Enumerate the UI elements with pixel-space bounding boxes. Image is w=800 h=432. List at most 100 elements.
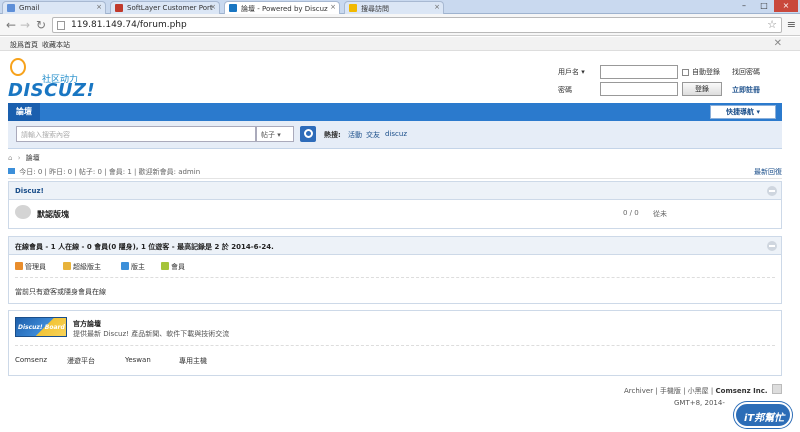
bookmark-star-icon[interactable]: ☆ [767,18,777,31]
category-header: Discuz! [9,182,781,200]
divider [15,277,775,278]
footer-nav-links[interactable]: Archiver | 手機版 | 小黑屋 | [624,387,716,395]
watermark-text: iT邦幫忙 [744,413,785,424]
discuz-favicon-icon [229,4,237,12]
search-bar: 請輸入搜索內容 帖子 ▾ 熱搜: 活動 交友 discuz [8,121,782,149]
site-topbar: 設爲首頁 收藏本站 ✕ [0,37,800,51]
online-header: 在線會員 - 1 人在線 - 0 會員(0 隱身), 1 位遊客 - 最高記錄是… [9,237,781,255]
forgot-password-link[interactable]: 找回密碼 [732,67,760,77]
back-icon[interactable]: ← [6,18,16,32]
forward-icon[interactable]: → [20,18,30,32]
login-button[interactable]: 登錄 [682,82,722,96]
super-moderator-role-icon [63,262,71,270]
hot-term-link[interactable]: discuz [385,130,407,138]
lightbulb-icon [10,58,26,76]
address-bar: ← → ↻ 119.81.149.74/forum.php ☆ ≡ [0,14,800,36]
home-icon[interactable]: ⌂ [8,154,12,162]
online-members-panel: 在線會員 - 1 人在線 - 0 會員(0 隱身), 1 位遊客 - 最高記錄是… [8,236,782,304]
legend-moderator: 版主 [121,262,145,272]
logo-wordmark: DISCUZ! [8,80,96,101]
collapse-icon[interactable] [767,241,777,251]
url-input[interactable]: 119.81.149.74/forum.php ☆ [52,17,782,33]
tab-forum[interactable]: 論壇 - Powered by Discuz × [224,1,340,15]
username-label: 用戶名 ▾ [558,68,585,76]
legend-member: 會員 [161,262,185,272]
footer-links: Archiver | 手機版 | 小黑屋 | Comsenz Inc. [624,386,768,396]
legend-super-mod: 超級版主 [63,262,101,272]
ithome-watermark: iT邦幫忙 [734,402,792,428]
friend-link[interactable]: 漫遊平台 [67,356,95,366]
reload-icon[interactable]: ↻ [36,18,46,32]
footer-brand[interactable]: Comsenz Inc. [716,387,768,395]
minimize-icon[interactable]: – [734,0,754,12]
softlayer-favicon-icon [115,4,123,12]
discuz-banner-image[interactable]: Discuz! Board [15,317,67,337]
auto-login-label: 自動登錄 [692,68,720,76]
scroll-top-icon[interactable] [772,384,782,394]
legend-admin: 管理員 [15,262,46,272]
quick-nav-button[interactable]: 快捷導航 ▾ [710,105,776,119]
discuz-logo[interactable]: 社区动力 DISCUZ! [8,58,108,101]
latest-replies-link[interactable]: 最新回復 [754,167,782,177]
official-forum-desc: 提供最新 Discuz! 產品新聞、軟件下載與技術交流 [73,330,230,338]
search-icon[interactable] [300,126,316,142]
admin-role-icon [15,262,23,270]
browser-menu-icon[interactable]: ≡ [787,18,796,31]
main-nav: 論壇 快捷導航 ▾ [8,103,782,121]
browser-tab-strip: Gmail × SoftLayer Customer Port × 論壇 - P… [0,0,800,15]
username-input[interactable] [600,65,678,79]
close-window-icon[interactable]: × [774,0,798,12]
nav-item-forum[interactable]: 論壇 [8,103,40,121]
friend-link[interactable]: Yeswan [125,356,151,364]
collapse-icon[interactable] [767,186,777,196]
close-tab-icon[interactable]: × [210,3,216,11]
online-title: 在線會員 - 1 人在線 - 0 會員(0 隱身), 1 位遊客 - 最高記錄是… [15,243,274,251]
close-topbar-icon[interactable]: ✕ [774,38,782,49]
close-tab-icon[interactable]: × [330,3,336,11]
password-label: 密碼 [558,86,572,94]
online-note: 當前只有遊客或隱身會員在線 [15,288,106,296]
register-link[interactable]: 立即註冊 [732,85,760,95]
search-favicon-icon [349,4,357,12]
stats-chart-icon [8,168,15,174]
maximize-icon[interactable]: □ [754,0,774,12]
hot-term-link[interactable]: 活動 [348,130,362,140]
footer-time: GMT+8, 2014- [674,399,725,407]
bookmark-site-link[interactable]: 收藏本站 [42,40,70,50]
category-panel: Discuz! 默認版塊 0 / 0 從未 [8,181,782,229]
hot-term-link[interactable]: 交友 [366,130,380,140]
forum-last-post: 從未 [653,210,667,218]
set-home-link[interactable]: 設爲首頁 [10,40,38,50]
tab-label: Gmail [19,4,40,12]
forum-name-link[interactable]: 默認版塊 [37,209,69,220]
close-tab-icon[interactable]: × [96,3,102,11]
hot-search-label: 熱搜: [324,131,341,139]
moderator-role-icon [121,262,129,270]
url-text: 119.81.149.74/forum.php [71,20,187,30]
login-form: 用戶名 ▾ 自動登錄 找回密碼 密碼 登錄 立即註冊 [558,64,790,98]
page-icon [57,21,65,30]
category-title[interactable]: Discuz! [15,187,44,195]
search-input[interactable]: 請輸入搜索內容 [16,126,256,142]
friend-link[interactable]: Comsenz [15,356,47,364]
search-placeholder: 請輸入搜索內容 [21,131,70,139]
tab-gmail[interactable]: Gmail × [2,1,106,14]
tab-label: SoftLayer Customer Port [127,4,213,12]
friend-link[interactable]: 專用主機 [179,356,207,366]
breadcrumb-separator: › [17,154,21,162]
auto-login-checkbox[interactable] [682,69,689,76]
banner-text: Discuz! Board [18,324,65,331]
breadcrumb-current[interactable]: 論壇 [26,154,40,162]
breadcrumb: ⌂ › 論壇 [8,153,40,163]
official-forum-link[interactable]: 官方論壇 [73,319,101,329]
tab-label: 論壇 - Powered by Discuz [241,5,328,13]
tab-search-visit[interactable]: 搜尋訪問 × [344,1,444,14]
close-tab-icon[interactable]: × [434,3,440,11]
password-input[interactable] [600,82,678,96]
search-scope-select[interactable]: 帖子 ▾ [256,126,294,142]
forum-bubble-icon [15,205,31,219]
divider [15,345,775,346]
tab-softlayer[interactable]: SoftLayer Customer Port × [110,1,220,14]
gmail-favicon-icon [7,4,15,12]
member-role-icon [161,262,169,270]
